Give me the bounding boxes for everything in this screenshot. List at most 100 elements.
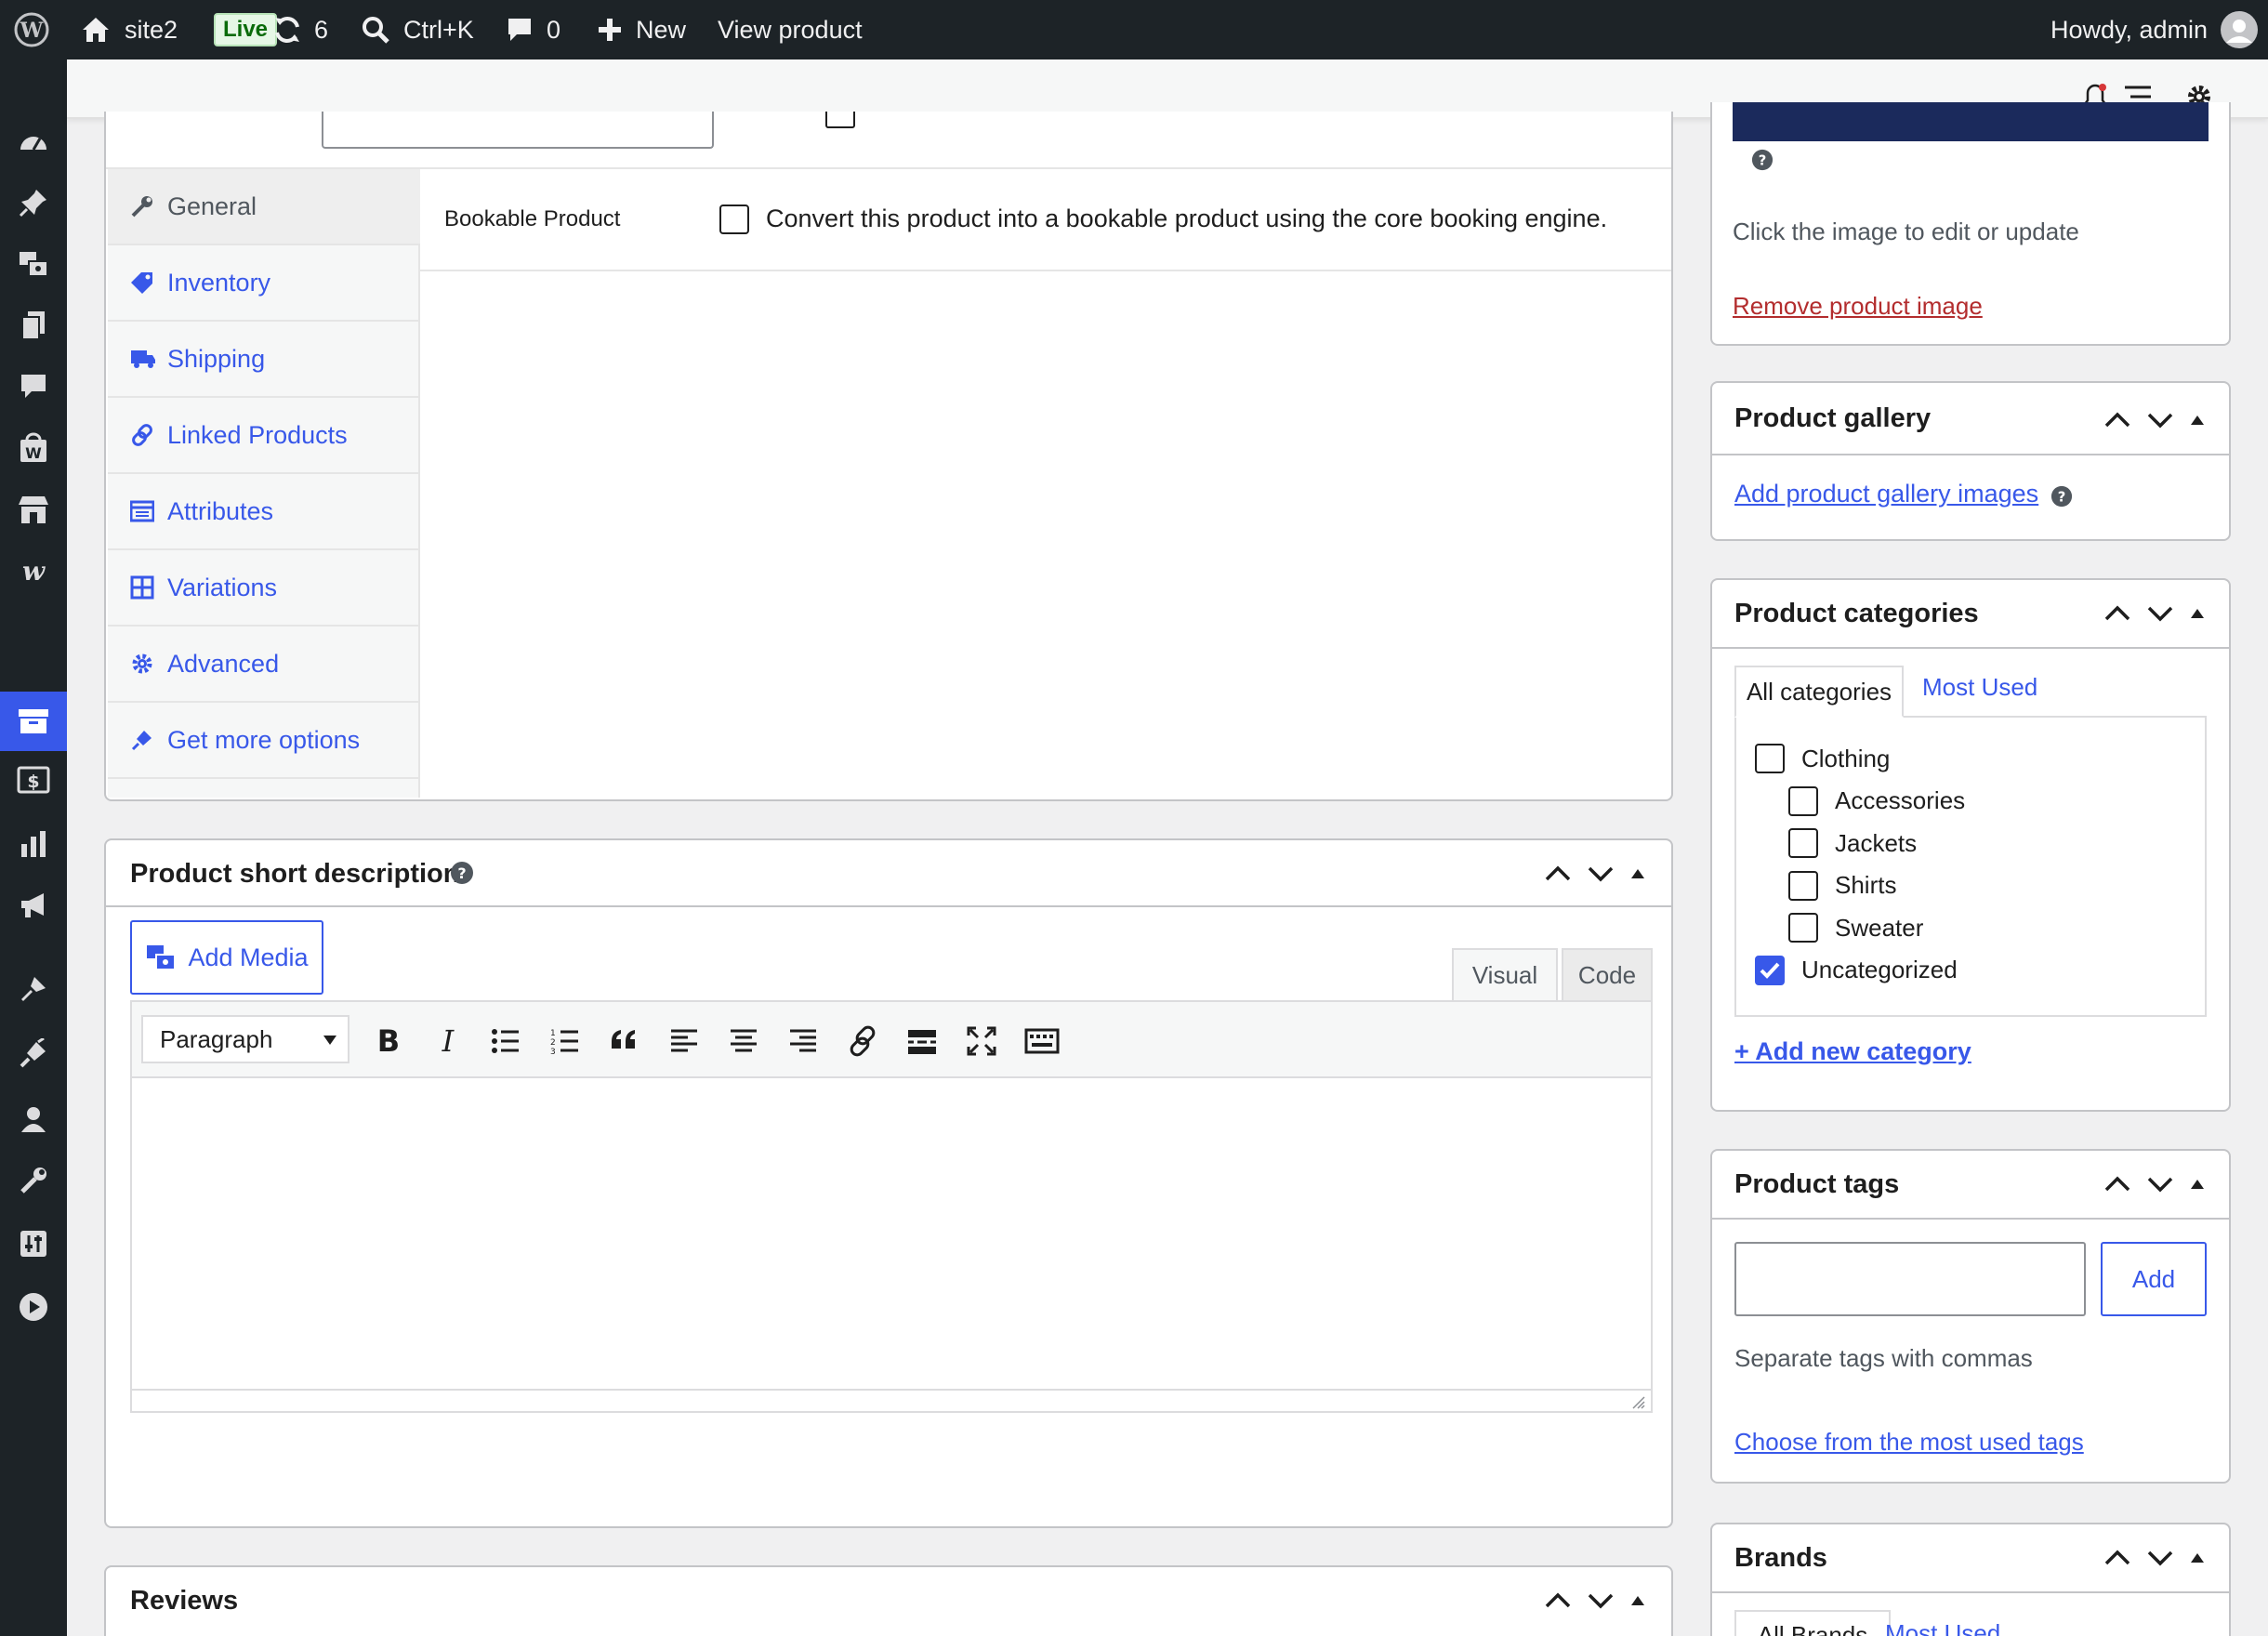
add-gallery-images-link[interactable]: Add product gallery images: [1734, 480, 2038, 508]
tag-input[interactable]: [1734, 1242, 2086, 1316]
collapse-triangle-icon[interactable]: [2188, 1175, 2207, 1194]
chevron-down-icon[interactable]: [2145, 409, 2175, 431]
menu-dashboard-icon[interactable]: [0, 113, 67, 169]
menu-pages-icon[interactable]: [0, 297, 67, 353]
tab-linked-products[interactable]: Linked Products: [108, 398, 420, 474]
tab-attributes[interactable]: Attributes: [108, 474, 420, 550]
toolbar-toggle-icon[interactable]: [1024, 1024, 1060, 1058]
menu-tools-icon[interactable]: [0, 1153, 67, 1208]
menu-settings-icon[interactable]: [0, 1216, 67, 1272]
help-icon[interactable]: ?: [1751, 149, 1774, 171]
menu-payments-icon[interactable]: $: [0, 752, 67, 808]
collapse-triangle-icon[interactable]: [2188, 604, 2207, 623]
search-link[interactable]: Ctrl+K: [361, 0, 474, 59]
tab-variations[interactable]: Variations: [108, 550, 420, 627]
bold-icon[interactable]: B: [370, 1021, 407, 1062]
chevron-down-icon[interactable]: [2145, 602, 2175, 625]
menu-store-icon[interactable]: [0, 482, 67, 537]
insert-link-icon[interactable]: [846, 1024, 879, 1058]
category-item[interactable]: Uncategorized: [1755, 955, 1958, 985]
my-account-link[interactable]: Howdy, admin: [2050, 0, 2259, 59]
chevron-down-icon[interactable]: [1586, 863, 1615, 885]
new-content-link[interactable]: New: [597, 0, 686, 59]
menu-posts-icon[interactable]: [0, 175, 67, 231]
category-checkbox[interactable]: [1755, 744, 1785, 773]
category-item[interactable]: Jackets: [1788, 828, 1917, 858]
site-home-link[interactable]: site2: [80, 0, 178, 59]
category-checkbox[interactable]: [1788, 913, 1818, 943]
menu-analytics-icon[interactable]: [0, 816, 67, 872]
editor-content-area[interactable]: [132, 1078, 1651, 1389]
product-type-select[interactable]: [322, 112, 714, 149]
add-media-button[interactable]: Add Media: [130, 920, 323, 995]
fullscreen-icon[interactable]: [965, 1024, 998, 1058]
help-icon[interactable]: ?: [2050, 485, 2073, 508]
menu-comments-icon[interactable]: [0, 359, 67, 415]
tab-all-categories[interactable]: All categories: [1734, 666, 1904, 718]
align-left-icon[interactable]: [667, 1024, 701, 1058]
tab-advanced[interactable]: Advanced: [108, 627, 420, 703]
italic-icon[interactable]: I: [429, 1021, 467, 1062]
chevron-up-icon[interactable]: [2103, 602, 2132, 625]
tab-all-brands[interactable]: All Brands: [1734, 1610, 1891, 1636]
bookable-checkbox[interactable]: [719, 204, 749, 234]
view-product-link[interactable]: View product: [718, 0, 863, 59]
add-tag-button[interactable]: Add: [2101, 1242, 2207, 1316]
category-checkbox[interactable]: [1788, 870, 1818, 901]
chevron-up-icon[interactable]: [1543, 1590, 1573, 1612]
virtual-checkbox[interactable]: [825, 112, 855, 128]
category-item[interactable]: Clothing: [1755, 744, 1890, 773]
resize-handle-icon[interactable]: [1630, 1394, 1645, 1409]
category-item[interactable]: Sweater: [1788, 913, 1923, 943]
tab-shipping[interactable]: Shipping: [108, 322, 420, 398]
tab-code[interactable]: Code: [1562, 948, 1653, 1000]
tab-brands-most-used[interactable]: Most Used: [1885, 1619, 2000, 1636]
tab-visual[interactable]: Visual: [1452, 948, 1558, 1000]
menu-plugins-icon[interactable]: [0, 1026, 67, 1082]
chevron-down-icon[interactable]: [2145, 1173, 2175, 1195]
chevron-up-icon[interactable]: [1543, 863, 1573, 885]
menu-woo-logo-icon[interactable]: w: [0, 543, 67, 599]
chevron-down-icon[interactable]: [2145, 1547, 2175, 1569]
chevron-down-icon[interactable]: [1586, 1590, 1615, 1612]
help-icon[interactable]: ?: [450, 861, 474, 885]
menu-woocommerce-icon[interactable]: W: [0, 420, 67, 476]
read-more-icon[interactable]: [905, 1024, 939, 1058]
menu-appearance-icon[interactable]: [0, 961, 67, 1017]
remove-product-image-link[interactable]: Remove product image: [1733, 292, 1983, 321]
tab-most-used[interactable]: Most Used: [1922, 673, 2037, 702]
chevron-up-icon[interactable]: [2103, 1173, 2132, 1195]
panel-title: Brands: [1734, 1543, 1827, 1573]
numbered-list-icon[interactable]: 123: [548, 1024, 582, 1058]
collapse-triangle-icon[interactable]: [1628, 1591, 1647, 1610]
comments-link[interactable]: 0: [506, 0, 560, 59]
collapse-triangle-icon[interactable]: [2188, 1549, 2207, 1567]
chevron-up-icon[interactable]: [2103, 409, 2132, 431]
category-item[interactable]: Shirts: [1788, 870, 1896, 901]
tab-get-more-options[interactable]: Get more options: [108, 703, 420, 779]
align-center-icon[interactable]: [727, 1024, 760, 1058]
menu-marketing-icon[interactable]: [0, 877, 67, 933]
chevron-up-icon[interactable]: [2103, 1547, 2132, 1569]
menu-users-icon[interactable]: [0, 1091, 67, 1147]
updates-link[interactable]: 6: [271, 0, 328, 59]
menu-collapse-icon[interactable]: [0, 1279, 67, 1335]
wordpress-logo-icon[interactable]: W: [13, 0, 50, 59]
align-right-icon[interactable]: [786, 1024, 820, 1058]
tab-inventory[interactable]: Inventory: [108, 245, 420, 322]
add-new-category-link[interactable]: + Add new category: [1734, 1037, 1971, 1066]
collapse-triangle-icon[interactable]: [2188, 411, 2207, 429]
format-select[interactable]: Paragraph: [141, 1015, 349, 1063]
menu-products-icon[interactable]: [0, 692, 67, 751]
category-item[interactable]: Accessories: [1788, 785, 1965, 816]
category-checkbox[interactable]: [1788, 785, 1818, 816]
bullet-list-icon[interactable]: [489, 1024, 522, 1058]
blockquote-icon[interactable]: [608, 1024, 641, 1058]
category-checkbox[interactable]: [1755, 955, 1785, 985]
menu-media-icon[interactable]: [0, 236, 67, 292]
product-image-thumbnail[interactable]: [1733, 102, 2209, 141]
choose-most-used-tags-link[interactable]: Choose from the most used tags: [1734, 1428, 2084, 1457]
tab-general[interactable]: General: [108, 169, 420, 245]
collapse-triangle-icon[interactable]: [1628, 864, 1647, 883]
category-checkbox[interactable]: [1788, 828, 1818, 858]
